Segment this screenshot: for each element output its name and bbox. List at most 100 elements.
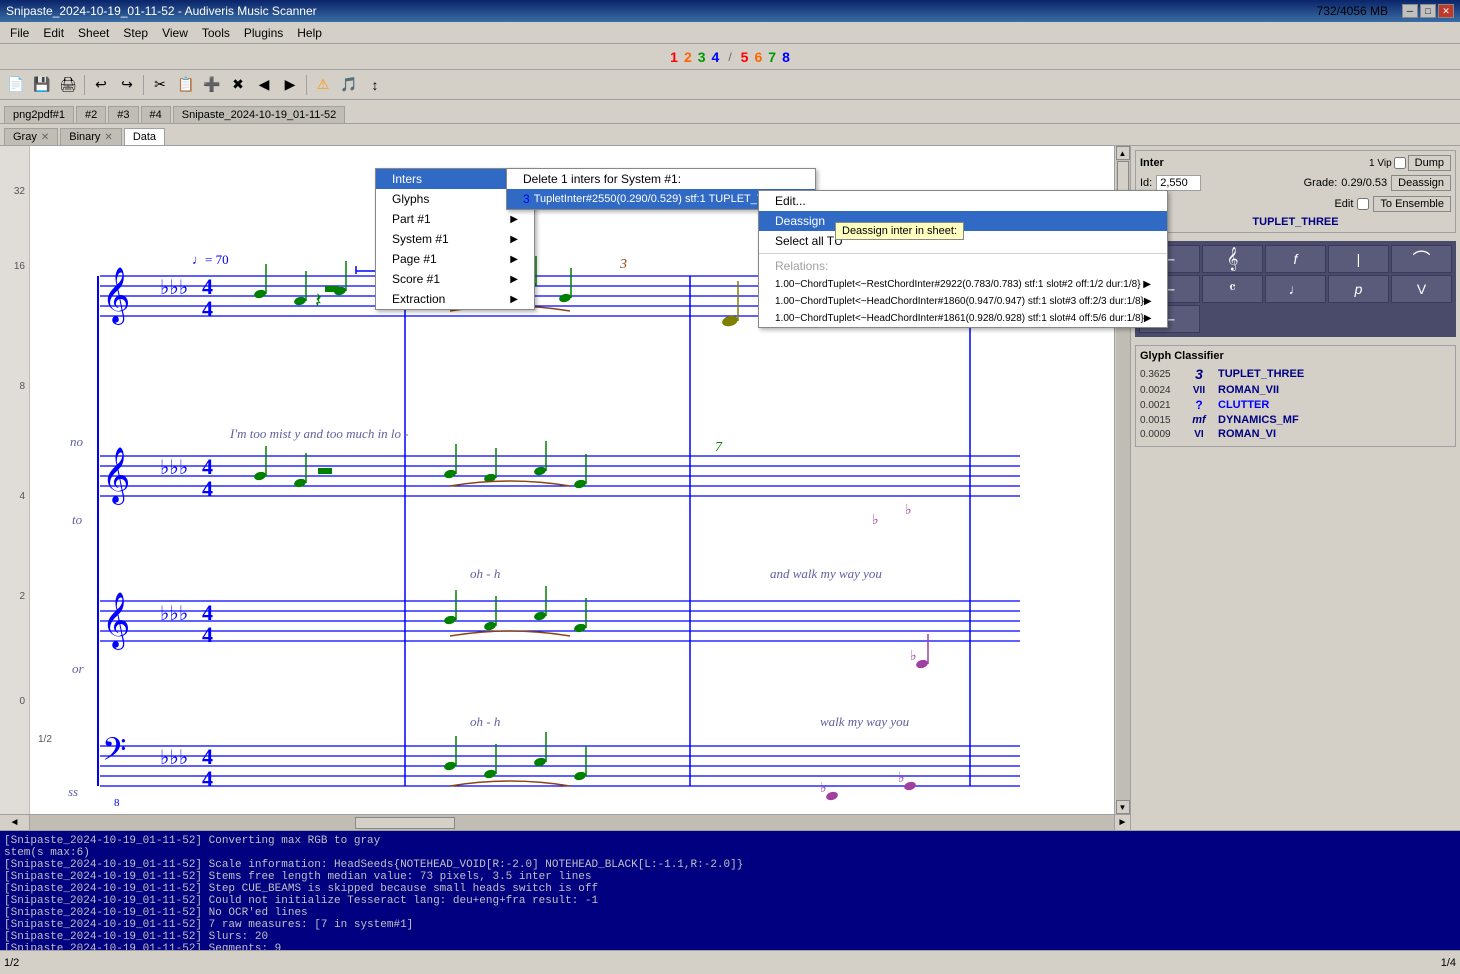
menu-tools[interactable]: Tools <box>196 24 236 42</box>
music-btn[interactable]: 🎵 <box>337 74 361 96</box>
undo-btn[interactable]: ↩ <box>89 74 113 96</box>
zoom-btn[interactable]: ↕ <box>363 74 387 96</box>
dump-button[interactable]: Dump <box>1408 155 1451 171</box>
tab-snipaste[interactable]: Snipaste_2024-10-19_01-11-52 <box>173 106 346 123</box>
symbol-p[interactable]: p <box>1328 275 1389 303</box>
menu-relation-2[interactable]: 1.00~ChordTuplet<~HeadChordInter#1860(0.… <box>759 293 1167 310</box>
num-btn-8[interactable]: 8 <box>779 49 793 65</box>
menu-score1[interactable]: Score #1 ▶ <box>376 269 534 289</box>
num-btn-7[interactable]: 7 <box>765 49 779 65</box>
menu-sheet[interactable]: Sheet <box>72 24 115 42</box>
app-title: Snipaste_2024-10-19_01-11-52 - Audiveris… <box>6 4 317 18</box>
edit-checkbox[interactable] <box>1357 198 1369 210</box>
close-gray[interactable]: ✕ <box>41 132 49 143</box>
num-btn-3[interactable]: 3 <box>695 49 709 65</box>
close-button[interactable]: ✕ <box>1438 4 1454 18</box>
glyph-icon-3: ? <box>1184 398 1214 412</box>
close-binary[interactable]: ✕ <box>104 132 112 143</box>
glyph-row-1: 0.3625 3 TUPLET_THREE <box>1140 366 1451 382</box>
minimize-button[interactable]: ─ <box>1402 4 1418 18</box>
print-btn[interactable]: 🖨 <box>56 74 80 96</box>
prev-btn[interactable]: ◀ <box>252 74 276 96</box>
tab-2[interactable]: #2 <box>76 106 106 123</box>
scroll-left-arrow[interactable]: ◄ <box>0 815 30 830</box>
id-field[interactable] <box>1156 175 1201 191</box>
h-scroll-thumb[interactable] <box>355 817 455 829</box>
menu-edit[interactable]: Edit <box>37 24 70 42</box>
add-btn[interactable]: ➕ <box>200 74 224 96</box>
subtab-gray[interactable]: Gray ✕ <box>4 128 58 145</box>
glyph-icon-1: 3 <box>1184 366 1214 382</box>
redo-btn[interactable]: ↪ <box>115 74 139 96</box>
window-controls: ─ □ ✕ <box>1402 4 1454 18</box>
menu-help[interactable]: Help <box>291 24 328 42</box>
deassign-button[interactable]: Deassign <box>1391 175 1451 191</box>
symbol-f[interactable]: f <box>1265 245 1326 273</box>
svg-text:walk my way you: walk my way you <box>820 714 910 729</box>
menu-step[interactable]: Step <box>117 24 154 42</box>
svg-text:♭♭♭: ♭♭♭ <box>160 603 188 625</box>
svg-text:7: 7 <box>715 440 723 455</box>
log-line-9: [Snipaste_2024-10-19_01-11-52] Slurs: 20 <box>4 931 1456 943</box>
warn-btn[interactable]: ⚠ <box>311 74 335 96</box>
subtab-data[interactable]: Data <box>124 128 165 145</box>
save-btn[interactable]: 💾 <box>30 74 54 96</box>
glyph-name-5: ROMAN_VI <box>1218 428 1276 440</box>
num-btn-4[interactable]: 4 <box>709 49 723 65</box>
glyph-icon-2: VII <box>1184 385 1214 396</box>
num-btn-5[interactable]: 5 <box>738 49 752 65</box>
symbol-v[interactable]: V <box>1391 275 1452 303</box>
menu-part1[interactable]: Part #1 ▶ <box>376 209 534 229</box>
menu-file[interactable]: File <box>4 24 35 42</box>
paste-btn[interactable]: 📋 <box>174 74 198 96</box>
glyph-name-1: TUPLET_THREE <box>1218 368 1304 380</box>
menu-system1[interactable]: System #1 ▶ <box>376 229 534 249</box>
menu-relation-3[interactable]: 1.00~ChordTuplet<~HeadChordInter#1861(0.… <box>759 310 1167 327</box>
glyph-score-4: 0.0015 <box>1140 415 1180 426</box>
svg-text:4: 4 <box>202 622 213 647</box>
tab-3[interactable]: #3 <box>108 106 138 123</box>
svg-text:to: to <box>72 512 83 527</box>
menu-delete-inters[interactable]: Delete 1 inters for System #1: <box>507 169 815 189</box>
cut-btn[interactable]: ✂ <box>148 74 172 96</box>
num-btn-1[interactable]: 1 <box>667 49 681 65</box>
h-scroll-track[interactable] <box>30 815 1114 830</box>
tab-png2pdf1[interactable]: png2pdf#1 <box>4 106 74 123</box>
log-line-5: [Snipaste_2024-10-19_01-11-52] Step CUE_… <box>4 883 1456 895</box>
menu-select-all-tu[interactable]: Select all TU <box>759 231 1167 251</box>
scroll-down-btn[interactable]: ▼ <box>1116 800 1130 814</box>
new-btn[interactable]: 📄 <box>4 74 28 96</box>
subtab-binary[interactable]: Binary ✕ <box>60 128 122 145</box>
menu-plugins[interactable]: Plugins <box>238 24 289 42</box>
status-left: 1/2 <box>4 957 19 969</box>
menu-deassign[interactable]: Deassign <box>759 211 1167 231</box>
symbol-note[interactable]: ♩ <box>1265 275 1326 303</box>
symbol-barline[interactable]: | <box>1328 245 1389 273</box>
menu-view[interactable]: View <box>156 24 194 42</box>
menu-edit[interactable]: Edit... <box>759 191 1167 211</box>
svg-text:𝄽: 𝄽 <box>315 288 322 313</box>
svg-text:ss: ss <box>68 784 78 799</box>
svg-text:♭: ♭ <box>872 513 879 528</box>
vip-checkbox[interactable] <box>1394 157 1406 169</box>
scroll-right-arrow[interactable]: ► <box>1114 815 1130 830</box>
grade-value: 0.29/0.53 <box>1341 177 1387 189</box>
symbol-arc[interactable]: ⌒ <box>1391 245 1452 273</box>
title-bar: Snipaste_2024-10-19_01-11-52 - Audiveris… <box>0 0 1460 22</box>
del-btn[interactable]: ✖ <box>226 74 250 96</box>
symbol-treble[interactable]: 𝄞 <box>1202 245 1263 273</box>
num-btn-2[interactable]: 2 <box>681 49 695 65</box>
next-btn[interactable]: ▶ <box>278 74 302 96</box>
menu-extraction[interactable]: Extraction ▶ <box>376 289 534 309</box>
log-line-6: [Snipaste_2024-10-19_01-11-52] Could not… <box>4 895 1456 907</box>
symbol-time[interactable]: 𝄴 <box>1202 275 1263 303</box>
tab-4[interactable]: #4 <box>141 106 171 123</box>
scroll-up-btn[interactable]: ▲ <box>1116 146 1130 160</box>
maximize-button[interactable]: □ <box>1420 4 1436 18</box>
number-row: 1 2 3 4 / 5 6 7 8 <box>0 44 1460 70</box>
menu-relation-1[interactable]: 1.00~ChordTuplet<~RestChordInter#2922(0.… <box>759 276 1167 293</box>
num-btn-6[interactable]: 6 <box>751 49 765 65</box>
to-ensemble-button[interactable]: To Ensemble <box>1373 196 1451 212</box>
log-area[interactable]: [Snipaste_2024-10-19_01-11-52] Convertin… <box>0 830 1460 950</box>
menu-page1[interactable]: Page #1 ▶ <box>376 249 534 269</box>
